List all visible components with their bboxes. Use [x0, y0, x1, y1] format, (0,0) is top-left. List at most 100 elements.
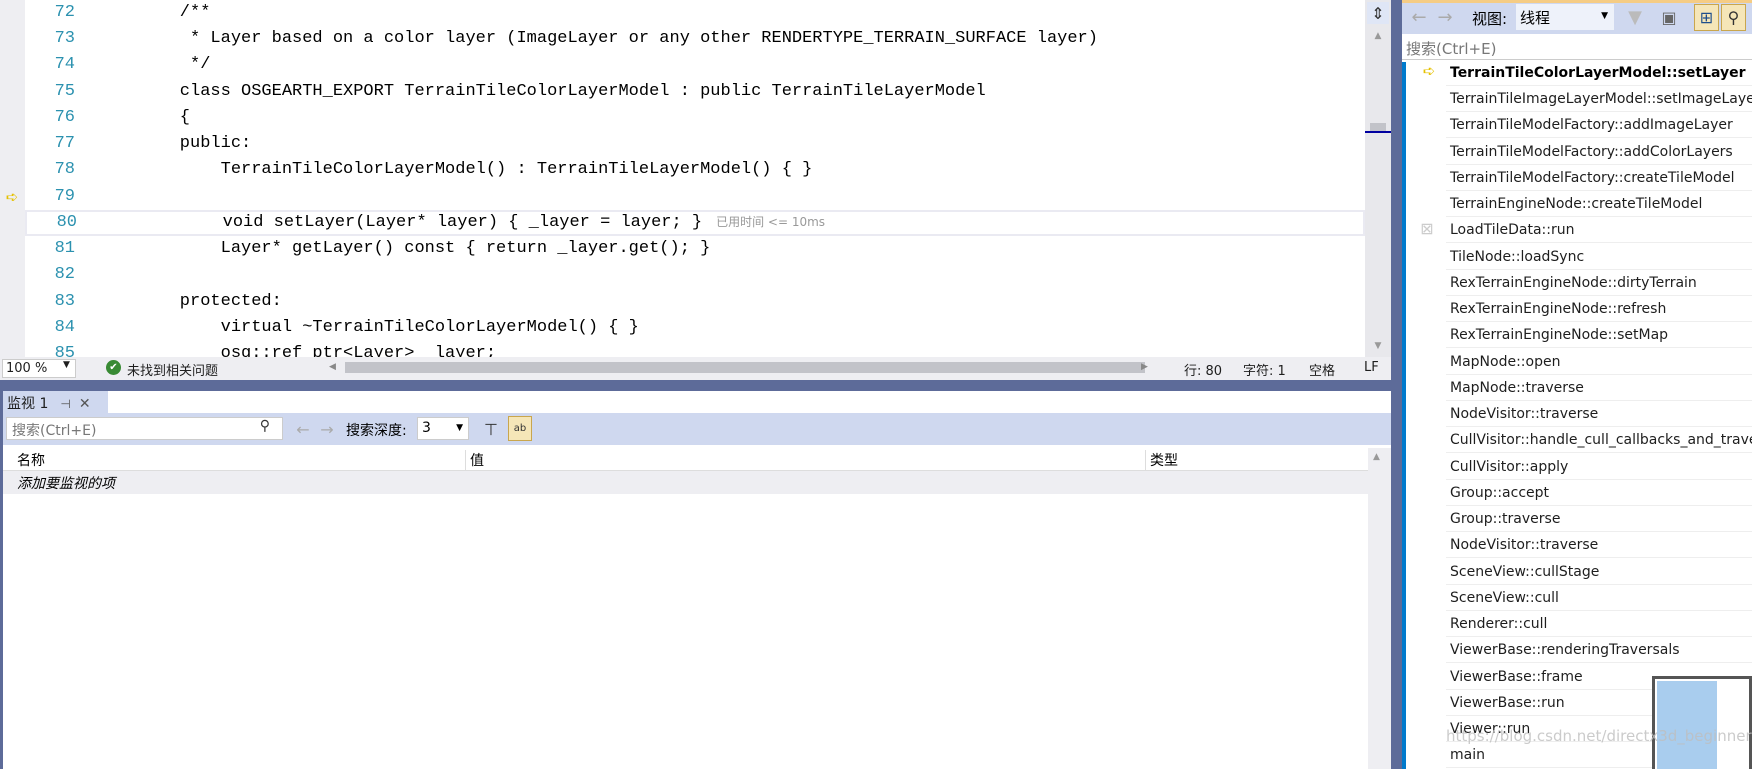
code-line[interactable]: 72 /** — [25, 0, 1365, 26]
call-stack-frame[interactable]: NodeVisitor::traverse — [1446, 532, 1752, 559]
call-stack-frame[interactable]: ViewerBase::renderingTraversals — [1446, 637, 1752, 664]
back-arrow-icon[interactable]: ← — [1408, 6, 1430, 28]
code-text[interactable]: * Layer based on a color layer (ImageLay… — [139, 26, 1098, 52]
code-text[interactable]: public: — [139, 131, 251, 157]
watch-vertical-scrollbar[interactable]: ▲ — [1368, 448, 1391, 769]
call-stack-frame[interactable]: TerrainTileColorLayerModel::setLayer — [1446, 60, 1752, 86]
code-text[interactable]: TerrainTileColorLayerModel() : TerrainTi… — [139, 157, 813, 183]
call-stack-frame[interactable]: SceneView::cullStage — [1446, 559, 1752, 585]
search-icon[interactable]: ⚲ — [260, 418, 270, 434]
filter-icon[interactable]: ▼ — [1624, 6, 1646, 28]
code-line[interactable]: 77 public: — [25, 131, 1365, 157]
scroll-thumb[interactable] — [1370, 123, 1386, 131]
call-stack-frame[interactable]: Renderer::cull — [1446, 611, 1752, 638]
close-icon[interactable]: ✕ — [79, 396, 91, 412]
call-stack-frame[interactable]: CullVisitor::apply — [1446, 454, 1752, 480]
call-stack-frame[interactable]: TerrainTileModelFactory::addImageLayer — [1446, 112, 1752, 139]
code-line[interactable]: 76 { — [25, 105, 1365, 131]
horizontal-scrollbar[interactable] — [345, 362, 1145, 373]
code-text[interactable]: osg::ref_ptr<Layer> _layer; — [139, 341, 496, 357]
code-text[interactable]: { — [139, 105, 190, 131]
code-line[interactable]: 84 virtual ~TerrainTileColorLayerModel()… — [25, 315, 1365, 341]
code-text[interactable]: */ — [139, 52, 210, 78]
code-lines[interactable]: 72 /** 73 * Layer based on a color layer … — [25, 0, 1365, 357]
call-stack-frame[interactable]: TerrainTileImageLayerModel::setImageLaye… — [1446, 86, 1752, 113]
call-stack-search-input[interactable]: 搜索(Ctrl+E) — [1402, 36, 1752, 60]
filter-pin-icon[interactable]: ⊤ — [481, 419, 501, 439]
line-number: 73 — [54, 29, 75, 49]
call-stack-frame[interactable]: Group::accept — [1446, 480, 1752, 506]
tab-watch-1[interactable]: 监视 1 ⊣ ✕ — [3, 391, 108, 413]
scroll-down-icon[interactable]: ▼ — [1368, 340, 1388, 352]
code-text[interactable]: virtual ~TerrainTileColorLayerModel() { … — [139, 315, 639, 341]
call-stack-frame[interactable]: RexTerrainEngineNode::dirtyTerrain — [1446, 270, 1752, 296]
zoom-dropdown[interactable]: 100 % ▼ — [2, 359, 76, 378]
column-value[interactable]: 值 — [466, 450, 1146, 471]
call-stack-frame[interactable]: TerrainEngineNode::createTileModel — [1446, 191, 1752, 218]
scroll-up-icon[interactable]: ▲ — [1368, 30, 1388, 42]
call-stack-frame[interactable]: SceneView::cull — [1446, 585, 1752, 611]
call-stack-frame[interactable]: RexTerrainEngineNode::refresh — [1446, 296, 1752, 323]
code-line[interactable]: 74 */ — [25, 52, 1365, 78]
issues-status[interactable]: 未找到相关问题 — [127, 360, 218, 379]
panel-menu-icon[interactable]: ▼ — [1373, 389, 1389, 405]
call-stack-frame[interactable]: TerrainTileModelFactory::addColorLayers — [1446, 139, 1752, 165]
layout-icon[interactable]: ⊞ — [1694, 4, 1719, 31]
code-text[interactable]: Layer* getLayer() const { return _layer.… — [139, 236, 711, 262]
spacing-indicator[interactable]: 空格 — [1309, 360, 1335, 379]
code-content: virtual ~TerrainTileColorLayerModel() { … — [139, 317, 639, 337]
code-content: TerrainTileColorLayerModel() : TerrainTi… — [139, 160, 813, 180]
forward-arrow-icon[interactable]: → — [317, 419, 337, 439]
code-line[interactable]: 85 osg::ref_ptr<Layer> _layer; — [25, 341, 1365, 357]
char-indicator[interactable]: 字符: 1 — [1243, 360, 1286, 379]
call-stack-frame[interactable]: LoadTileData::run — [1446, 217, 1752, 244]
call-stack-frame[interactable]: TerrainTileModelFactory::createTileModel — [1446, 165, 1752, 191]
back-arrow-icon[interactable]: ← — [293, 419, 313, 439]
call-stack-frame[interactable]: NodeVisitor::traverse — [1446, 401, 1752, 428]
call-stack-frame[interactable]: MapNode::open — [1446, 349, 1752, 375]
code-line[interactable]: 75 class OSGEARTH_EXPORT TerrainTileColo… — [25, 79, 1365, 105]
code-line[interactable]: 73 * Layer based on a color layer (Image… — [25, 26, 1365, 52]
current-line-marker — [1365, 131, 1391, 133]
call-stack-frame[interactable]: CullVisitor::handle_cull_callbacks_and_t… — [1446, 427, 1752, 454]
code-line[interactable]: 82 — [25, 262, 1365, 288]
code-line[interactable]: 79 — [25, 184, 1365, 210]
code-text[interactable]: /** — [139, 0, 211, 26]
eol-indicator[interactable]: LF — [1364, 360, 1379, 375]
add-watch-item-row[interactable]: 添加要监视的项 — [3, 471, 1368, 494]
line-number: 85 — [54, 344, 75, 357]
call-stack-frame[interactable]: MapNode::traverse — [1446, 375, 1752, 401]
hex-display-icon[interactable]: ab — [508, 416, 532, 441]
code-line[interactable]: 78 TerrainTileColorLayerModel() : Terrai… — [25, 157, 1365, 183]
scroll-left-icon[interactable]: ◀ — [329, 362, 336, 372]
pin-icon[interactable]: ⊣ — [60, 397, 70, 411]
call-stack-frame[interactable]: RexTerrainEngineNode::setMap — [1446, 322, 1752, 349]
code-line[interactable]: 80 void setLayer(Layer* layer) { _layer … — [25, 209, 1365, 236]
code-text[interactable]: protected: — [139, 289, 282, 315]
editor-vertical-scrollbar[interactable]: ⇕ ▲ ▼ — [1365, 0, 1391, 357]
line-indicator[interactable]: 行: 80 — [1184, 360, 1222, 379]
code-text[interactable]: class OSGEARTH_EXPORT TerrainTileColorLa… — [139, 79, 986, 105]
split-icon[interactable]: ⇕ — [1367, 2, 1389, 24]
call-stack-frame[interactable]: TileNode::loadSync — [1446, 244, 1752, 270]
column-type[interactable]: 类型 — [1146, 450, 1368, 471]
line-number: 77 — [54, 134, 75, 154]
zoom-value: 100 % — [6, 361, 48, 376]
line-number: 82 — [54, 265, 75, 285]
code-line[interactable]: 83 protected: — [25, 289, 1365, 315]
call-stack-frame[interactable]: Group::traverse — [1446, 506, 1752, 533]
forward-arrow-icon[interactable]: → — [1434, 6, 1456, 28]
external-code-icon[interactable]: ▣ — [1658, 6, 1680, 28]
watch-search-input[interactable]: 搜索(Ctrl+E) ⚲ — [6, 417, 283, 440]
view-dropdown[interactable]: 线程 ▼ — [1516, 4, 1614, 30]
zoom-search-icon[interactable]: ⚲ — [1721, 4, 1746, 31]
scroll-right-icon[interactable]: ▶ — [1141, 362, 1148, 372]
scroll-up-icon[interactable]: ▲ — [1373, 452, 1380, 462]
code-editor[interactable]: ➪ 72 /** 73 * Layer based on a color laye… — [0, 0, 1391, 380]
code-text[interactable]: void setLayer(Layer* layer) { _layer = l… — [141, 212, 825, 234]
code-content: Layer* getLayer() const { return _layer.… — [139, 239, 711, 259]
search-depth-dropdown[interactable]: 3 ▼ — [417, 417, 469, 440]
code-line[interactable]: 81 Layer* getLayer() const { return _lay… — [25, 236, 1365, 262]
column-name[interactable]: 名称 — [13, 450, 466, 471]
call-stack-list[interactable]: ➪ ⊠ TerrainTileColorLayerModel::setLayer… — [1402, 62, 1752, 769]
